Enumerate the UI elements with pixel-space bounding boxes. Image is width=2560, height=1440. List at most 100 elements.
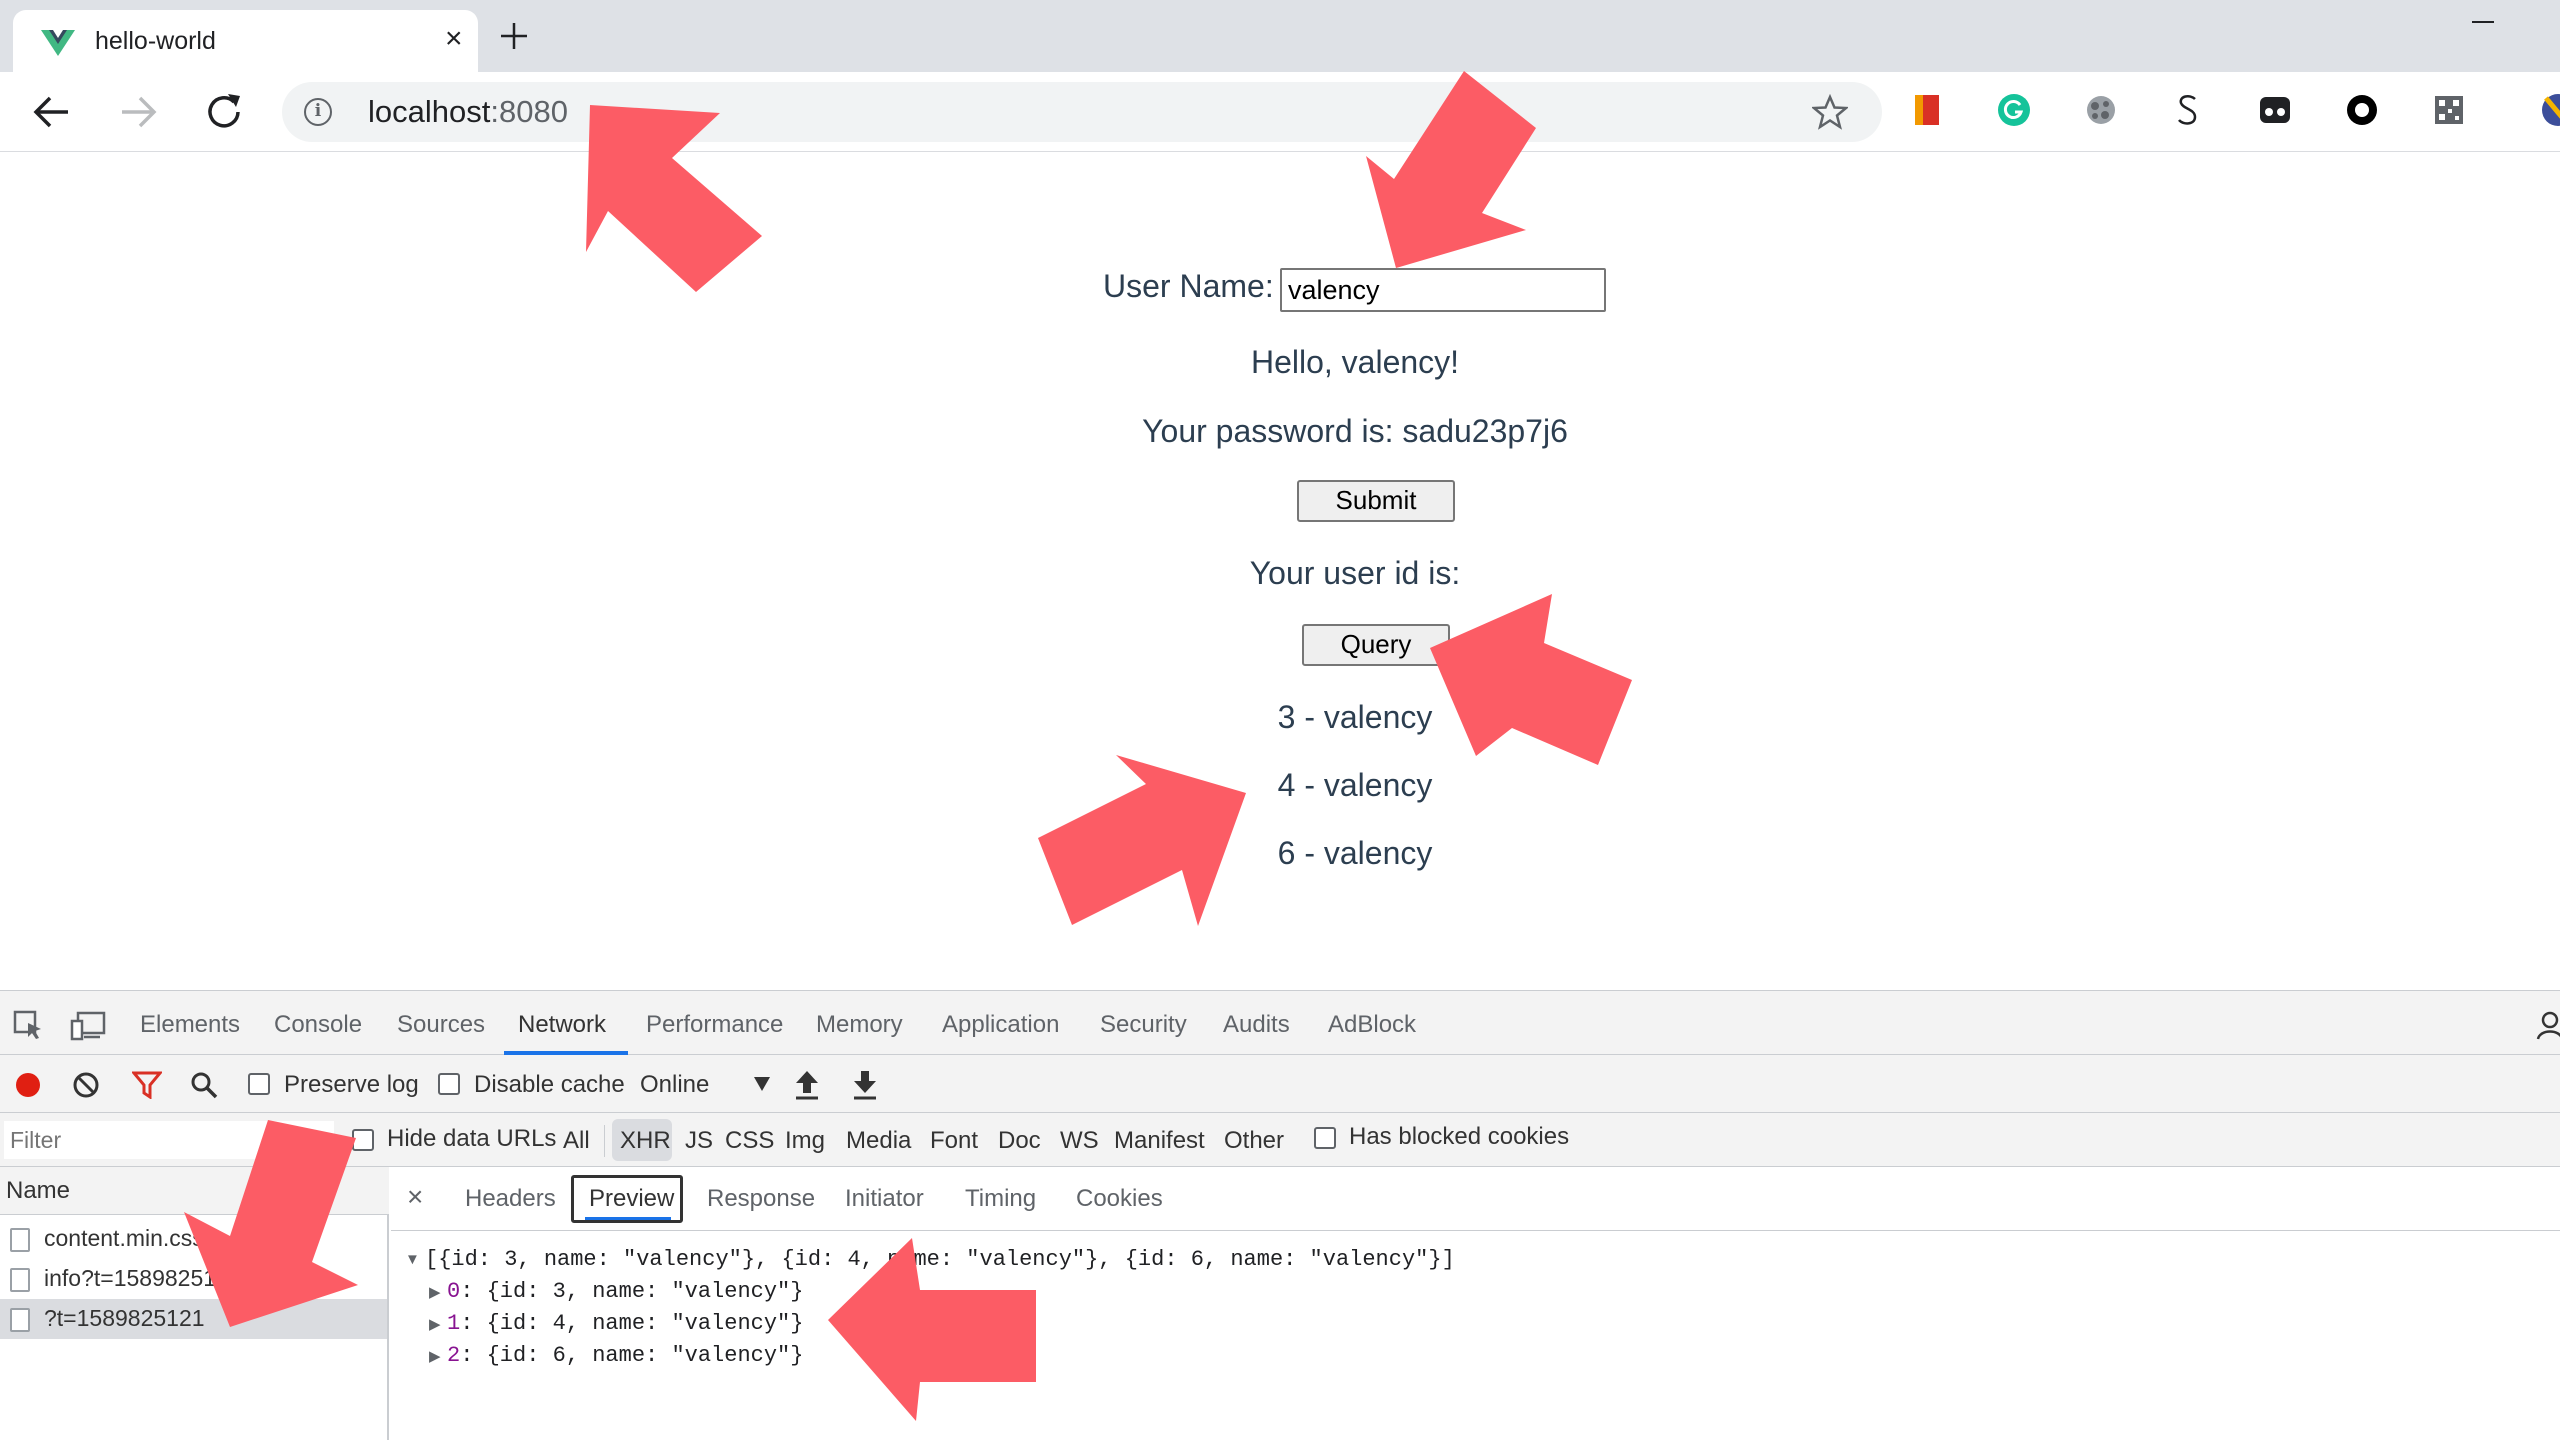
query-button[interactable]: Query [1302,624,1450,666]
filter-type-img[interactable]: Img [785,1127,825,1155]
reload-icon[interactable] [202,90,246,134]
export-har-icon[interactable] [852,1069,878,1101]
tab-security[interactable]: Security [1100,1011,1187,1039]
name-column-header[interactable]: Name [0,1167,389,1215]
preserve-log-checkbox[interactable] [248,1073,270,1095]
tab-strip: hello-world × [0,0,2560,72]
expand-triangle-open-icon[interactable]: ▼ [405,1251,420,1268]
request-row[interactable]: content.min.css [0,1219,387,1259]
preview-item[interactable]: 1: {id: 4, name: "valency"} [447,1311,803,1336]
file-icon [10,1308,30,1332]
disable-cache-label: Disable cache [474,1071,625,1098]
tab-close-icon[interactable]: × [445,24,463,54]
expand-triangle-icon[interactable]: ▶ [429,1315,441,1333]
filter-type-media[interactable]: Media [846,1127,911,1155]
tab-memory[interactable]: Memory [816,1011,903,1039]
tab-application[interactable]: Application [942,1011,1059,1039]
tab-elements[interactable]: Elements [140,1011,240,1039]
page-content: User Name: Hello, valency! Your password… [0,152,2560,990]
bookmark-star-icon[interactable] [1812,94,1848,130]
tab-adblock[interactable]: AdBlock [1328,1011,1416,1039]
hide-data-urls-label: Hide data URLs [387,1125,557,1152]
new-tab-icon[interactable] [498,20,530,52]
throttling-value: Online [640,1071,710,1098]
browser-toolbar: i localhost:8080 [0,72,2560,152]
search-icon[interactable] [190,1071,218,1099]
filter-input[interactable] [4,1121,334,1159]
user-id-text: Your user id is: [1249,555,1461,591]
filter-type-other[interactable]: Other [1224,1127,1284,1155]
tab-timing[interactable]: Timing [965,1185,1036,1213]
profile-avatar-icon[interactable] [2536,92,2560,128]
filter-type-xhr[interactable]: XHR [620,1127,671,1155]
filter-bar: Hide data URLs All XHR JS CSS Img Media … [0,1113,2560,1167]
filter-separator [604,1125,605,1157]
result-item: 3 - valency [1277,699,1433,735]
qr-extension-icon[interactable] [2431,92,2467,128]
tab-performance[interactable]: Performance [646,1011,783,1039]
filter-type-css[interactable]: CSS [725,1127,774,1155]
request-row[interactable]: info?t=1589825121 [0,1259,387,1299]
username-input[interactable] [1280,268,1606,312]
greeting-text: Hello, valency! [1250,344,1460,380]
forward-icon[interactable] [116,90,160,134]
tab-network[interactable]: Network [518,1011,606,1039]
filter-type-font[interactable]: Font [930,1127,978,1155]
inspect-element-icon[interactable] [12,1009,44,1041]
request-name: content.min.css [44,1225,204,1251]
tab-initiator[interactable]: Initiator [845,1185,924,1213]
tab-sources[interactable]: Sources [397,1011,485,1039]
password-text: Your password is: sadu23p7j6 [1142,413,1568,449]
submit-button[interactable]: Submit [1297,480,1455,522]
filter-icon[interactable] [132,1071,162,1099]
import-har-icon[interactable] [794,1069,820,1101]
detail-tabbar: × Headers Preview Response Initiator Tim… [391,1167,2560,1231]
request-list: Name content.min.css info?t=1589825121 ?… [0,1167,389,1440]
circle-extension-icon[interactable] [2344,92,2380,128]
profile-icon[interactable] [2534,1009,2560,1041]
tab-preview[interactable]: Preview [589,1185,674,1213]
throttling-select[interactable]: Online [632,1061,776,1107]
tab-response[interactable]: Response [707,1185,815,1213]
tab-audits[interactable]: Audits [1223,1011,1290,1039]
address-bar[interactable]: i localhost:8080 [282,82,1882,142]
file-icon [10,1268,30,1292]
tab-cookies[interactable]: Cookies [1076,1185,1163,1213]
grammarly-icon[interactable] [1996,92,2032,128]
bookmark-extension-icon[interactable] [1909,92,1945,128]
request-row-selected[interactable]: ?t=1589825121 [0,1299,387,1339]
browser-tab[interactable]: hello-world × [13,10,478,72]
request-name: info?t=1589825121 [44,1265,242,1291]
url-text[interactable]: localhost:8080 [368,94,568,130]
device-toolbar-icon[interactable] [70,1009,106,1041]
filter-type-all[interactable]: All [563,1127,590,1155]
preview-item[interactable]: 2: {id: 6, name: "valency"} [447,1343,803,1368]
clear-icon[interactable] [72,1071,100,1099]
tab-console[interactable]: Console [274,1011,362,1039]
username-label: User Name: [1103,268,1274,304]
has-blocked-cookies-checkbox[interactable] [1314,1127,1336,1149]
request-detail-panel: × Headers Preview Response Initiator Tim… [391,1167,2560,1440]
vue-logo-icon [41,30,75,56]
hide-data-urls-checkbox[interactable] [352,1129,374,1151]
preview-summary[interactable]: [{id: 3, name: "valency"}, {id: 4, name:… [425,1247,1455,1272]
site-info-icon[interactable]: i [304,98,332,126]
disable-cache-checkbox[interactable] [438,1073,460,1095]
filter-type-manifest[interactable]: Manifest [1114,1127,1205,1155]
dropdown-arrow-icon [754,1077,770,1091]
tab-headers[interactable]: Headers [465,1185,556,1213]
close-detail-icon[interactable]: × [407,1181,423,1213]
filter-type-ws[interactable]: WS [1060,1127,1099,1155]
filter-type-js[interactable]: JS [685,1127,713,1155]
back-icon[interactable] [30,90,74,134]
preview-item[interactable]: 0: {id: 3, name: "valency"} [447,1279,803,1304]
record-icon[interactable] [14,1071,42,1099]
tab-extension-icon[interactable] [2257,92,2293,128]
preview-tab-indicator [585,1217,671,1220]
expand-triangle-icon[interactable]: ▶ [429,1347,441,1365]
expand-triangle-icon[interactable]: ▶ [429,1283,441,1301]
filter-type-doc[interactable]: Doc [998,1127,1041,1155]
s-extension-icon[interactable] [2170,92,2206,128]
extension-icon[interactable] [2083,92,2119,128]
minimize-icon[interactable] [2472,21,2494,23]
